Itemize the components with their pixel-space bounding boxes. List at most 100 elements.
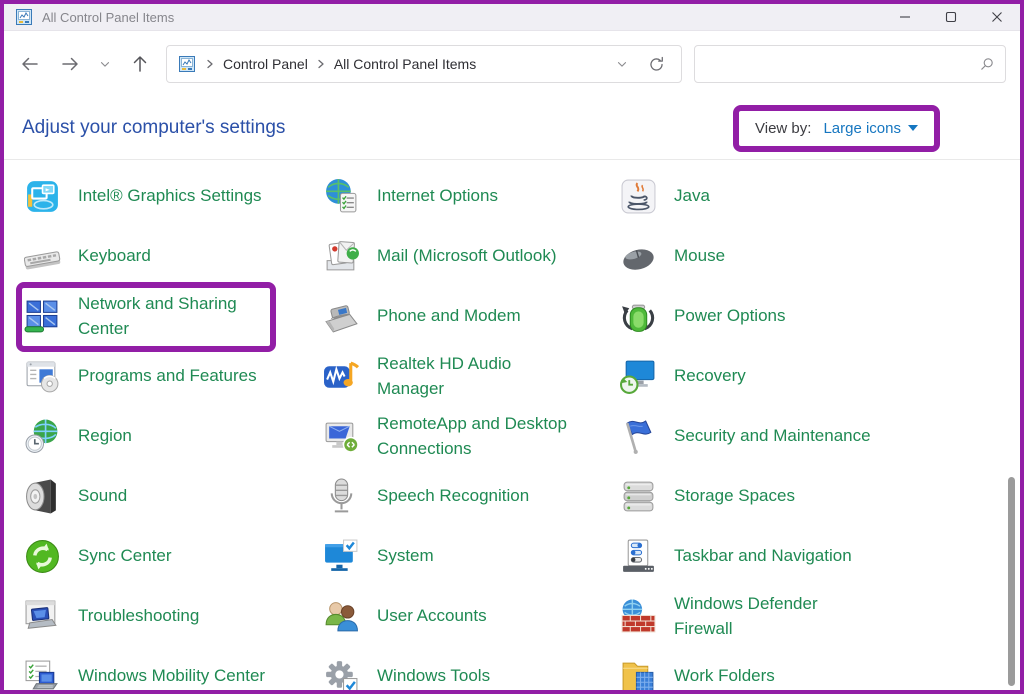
troubleshooting-icon (24, 598, 61, 635)
control-panel-item-remoteapp-and-desktop-connections[interactable]: RemoteApp and Desktop Connections (319, 406, 616, 466)
speech-recognition-icon (323, 478, 360, 515)
item-label: User Accounts (377, 603, 487, 629)
breadcrumb-segment-all-items[interactable]: All Control Panel Items (332, 56, 478, 72)
network-sharing-icon (24, 298, 61, 335)
maximize-icon (945, 11, 957, 23)
control-panel-item-mouse[interactable]: Mouse (616, 226, 1020, 286)
control-panel-window: All Control Panel Items (0, 0, 1024, 694)
phone-modem-icon (323, 298, 360, 335)
view-by-value: Large icons (823, 120, 901, 137)
control-panel-item-work-folders[interactable]: Work Folders (616, 646, 1020, 690)
control-panel-item-java[interactable]: Java (616, 166, 1020, 226)
item-label: RemoteApp and Desktop Connections (377, 411, 567, 462)
recent-locations-button[interactable] (90, 45, 120, 83)
item-label: Mail (Microsoft Outlook) (377, 243, 556, 269)
control-panel-icon (179, 56, 195, 72)
breadcrumb-segment-control-panel[interactable]: Control Panel (221, 56, 310, 72)
address-dropdown-button[interactable] (605, 47, 639, 81)
control-panel-item-power-options[interactable]: Power Options (616, 286, 1020, 346)
keyboard-icon (24, 238, 61, 275)
programs-features-icon (24, 358, 61, 395)
control-panel-item-sync-center[interactable]: Sync Center (20, 526, 319, 586)
minimize-icon (899, 11, 911, 23)
back-button[interactable] (10, 45, 50, 83)
minimize-button[interactable] (882, 4, 928, 30)
control-panel-item-keyboard[interactable]: Keyboard (20, 226, 319, 286)
close-button[interactable] (974, 4, 1020, 30)
control-panel-item-troubleshooting[interactable]: Troubleshooting (20, 586, 319, 646)
forward-button[interactable] (50, 45, 90, 83)
control-panel-item-intel-graphics-settings[interactable]: Intel® Graphics Settings (20, 166, 319, 226)
control-panel-item-recovery[interactable]: Recovery (616, 346, 1020, 406)
item-label: Sound (78, 483, 127, 509)
content-header: Adjust your computer's settings View by:… (4, 97, 1020, 159)
maximize-button[interactable] (928, 4, 974, 30)
control-panel-item-internet-options[interactable]: Internet Options (319, 166, 616, 226)
control-panel-item-security-and-maintenance[interactable]: Security and Maintenance (616, 406, 1020, 466)
item-label: Work Folders (674, 663, 775, 689)
work-folders-icon (620, 658, 657, 691)
item-label: Region (78, 423, 132, 449)
windows-defender-firewall-icon (620, 598, 657, 635)
search-input[interactable] (707, 55, 979, 73)
scrollbar-thumb[interactable] (1008, 477, 1015, 686)
control-panel-item-programs-and-features[interactable]: Programs and Features (20, 346, 319, 406)
item-label: System (377, 543, 434, 569)
caret-down-icon (908, 125, 918, 131)
view-by-dropdown[interactable]: Large icons (823, 120, 918, 137)
control-panel-item-user-accounts[interactable]: User Accounts (319, 586, 616, 646)
item-label: Troubleshooting (78, 603, 199, 629)
recovery-icon (620, 358, 657, 395)
chevron-down-icon (98, 57, 112, 71)
internet-options-icon (323, 178, 360, 215)
refresh-icon (648, 56, 665, 73)
java-icon (620, 178, 657, 215)
up-arrow-icon (130, 54, 150, 74)
realtek-audio-icon (323, 358, 360, 395)
mouse-icon (620, 238, 657, 275)
intel-graphics-icon (24, 178, 61, 215)
scrollbar[interactable] (1007, 164, 1016, 686)
up-button[interactable] (120, 45, 160, 83)
control-panel-item-windows-mobility-center[interactable]: Windows Mobility Center (20, 646, 319, 690)
control-panel-item-system[interactable]: System (319, 526, 616, 586)
item-label: Storage Spaces (674, 483, 795, 509)
control-panel-item-phone-and-modem[interactable]: Phone and Modem (319, 286, 616, 346)
search-icon (979, 56, 995, 72)
breadcrumb-chevron-icon (316, 59, 326, 69)
titlebar: All Control Panel Items (4, 4, 1020, 31)
remoteapp-icon (323, 418, 360, 455)
control-panel-item-mail-microsoft-outlook[interactable]: Mail (Microsoft Outlook) (319, 226, 616, 286)
control-panel-item-realtek-hd-audio-manager[interactable]: Realtek HD Audio Manager (319, 346, 616, 406)
control-panel-item-speech-recognition[interactable]: Speech Recognition (319, 466, 616, 526)
sync-center-icon (24, 538, 61, 575)
taskbar-navigation-icon (620, 538, 657, 575)
sound-icon (24, 478, 61, 515)
item-label: Network and Sharing Center (78, 291, 237, 342)
address-bar[interactable]: Control Panel All Control Panel Items (166, 45, 682, 83)
control-panel-item-taskbar-and-navigation[interactable]: Taskbar and Navigation (616, 526, 1020, 586)
item-label: Speech Recognition (377, 483, 529, 509)
item-label: Internet Options (377, 183, 498, 209)
item-label: Security and Maintenance (674, 423, 871, 449)
chevron-down-icon (615, 57, 629, 71)
power-options-icon (620, 298, 657, 335)
close-icon (991, 11, 1003, 23)
item-label: Power Options (674, 303, 786, 329)
control-panel-item-storage-spaces[interactable]: Storage Spaces (616, 466, 1020, 526)
control-panel-item-windows-tools[interactable]: Windows Tools (319, 646, 616, 690)
control-panel-item-sound[interactable]: Sound (20, 466, 319, 526)
control-panel-item-windows-defender-firewall[interactable]: Windows Defender Firewall (616, 586, 1020, 646)
view-by-annotation-box: View by: Large icons (733, 105, 940, 152)
control-panel-item-region[interactable]: Region (20, 406, 319, 466)
refresh-button[interactable] (639, 47, 673, 81)
control-panel-icon (16, 9, 32, 25)
region-icon (24, 418, 61, 455)
item-label: Windows Tools (377, 663, 490, 689)
item-label: Sync Center (78, 543, 172, 569)
item-label: Recovery (674, 363, 746, 389)
control-panel-item-network-and-sharing-center[interactable]: Network and Sharing Center (20, 286, 319, 346)
page-title: Adjust your computer's settings (22, 117, 733, 139)
user-accounts-icon (323, 598, 360, 635)
system-icon (323, 538, 360, 575)
